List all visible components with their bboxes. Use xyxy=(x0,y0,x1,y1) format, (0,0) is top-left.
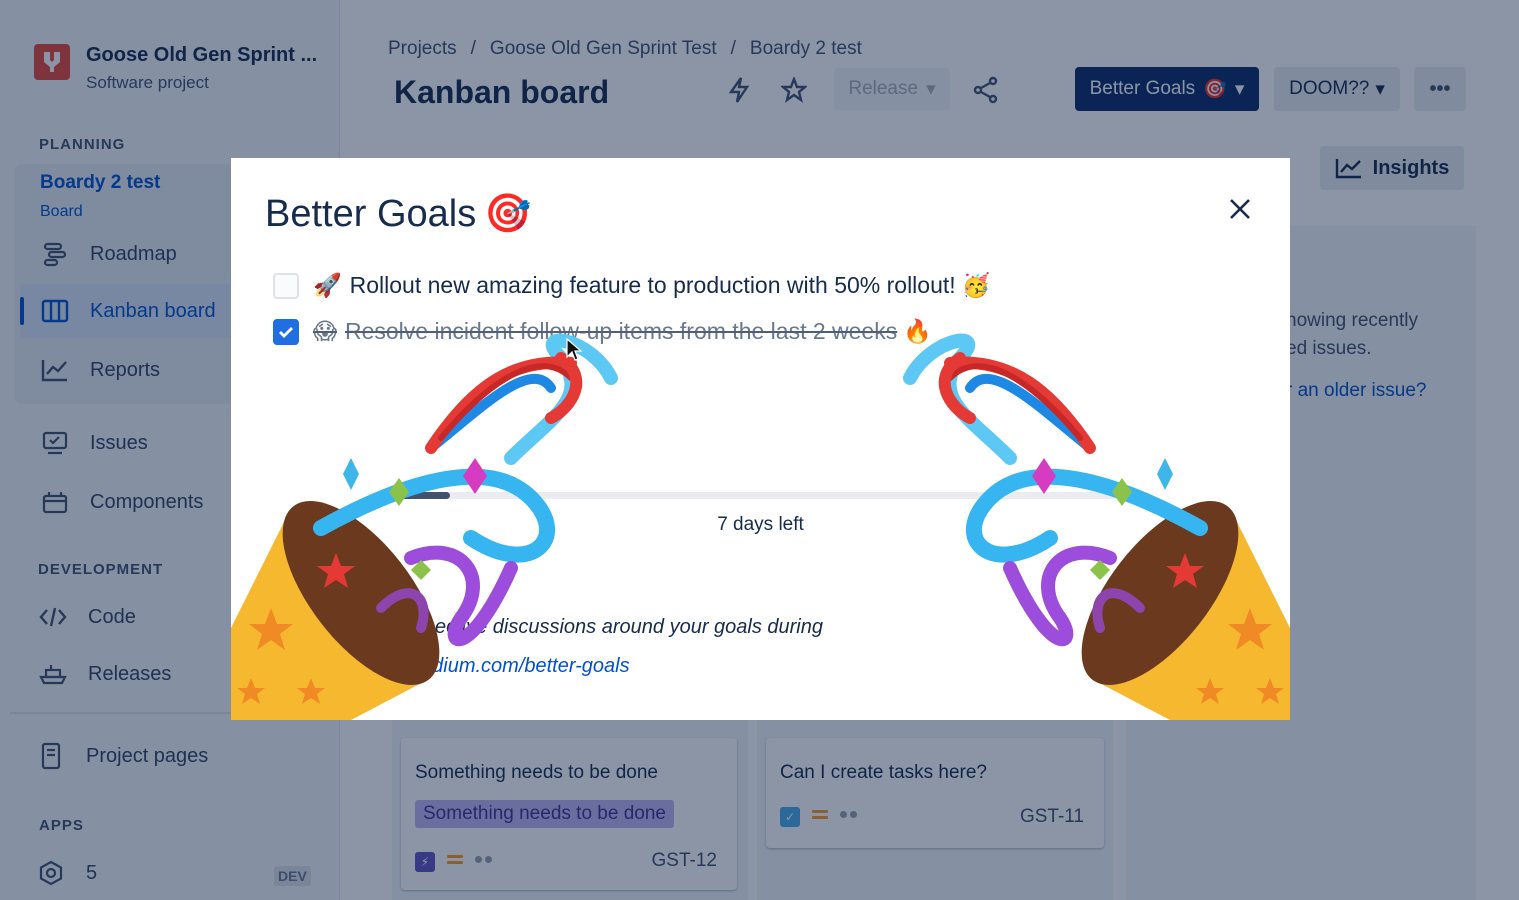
footer-text: ective discussions around your goals dur… xyxy=(435,616,823,638)
ribbons-right-icon xyxy=(903,333,1208,647)
goal-item: 😱 Resolve incident follow-up items from … xyxy=(273,318,932,345)
rocket-icon: 🚀 xyxy=(313,272,342,298)
target-icon: 🎯 xyxy=(484,193,532,235)
goal-checkbox-checked[interactable] xyxy=(273,318,299,345)
close-icon[interactable] xyxy=(1225,194,1255,224)
checkmark-icon xyxy=(279,326,293,338)
goal-text-completed: Resolve incident follow-up items from th… xyxy=(344,318,898,344)
fire-icon: 🔥 xyxy=(903,318,932,344)
goal-item: 🚀 Rollout new amazing feature to product… xyxy=(273,272,990,299)
goal-text: Rollout new amazing feature to productio… xyxy=(349,272,956,298)
days-left-label: 7 days left xyxy=(717,514,804,535)
goal-progress-fill xyxy=(389,492,450,499)
ribbons-left-icon xyxy=(313,333,618,647)
party-face-icon: 🥳 xyxy=(961,272,991,298)
modal-title: Better Goals 🎯 xyxy=(265,192,532,236)
modal-title-text: Better Goals xyxy=(265,192,477,235)
mouse-cursor-icon xyxy=(566,338,582,361)
party-popper-left-icon xyxy=(231,501,440,720)
goal-progress-bar xyxy=(389,492,1149,499)
medium-link[interactable]: edium.com/better-goals xyxy=(421,655,630,678)
scream-face-icon: 😱 xyxy=(313,318,337,344)
party-popper-right-icon xyxy=(1081,501,1290,720)
better-goals-modal: Better Goals 🎯 🚀 Rollout new amazing fea… xyxy=(231,158,1290,720)
goal-checkbox[interactable] xyxy=(273,272,299,299)
